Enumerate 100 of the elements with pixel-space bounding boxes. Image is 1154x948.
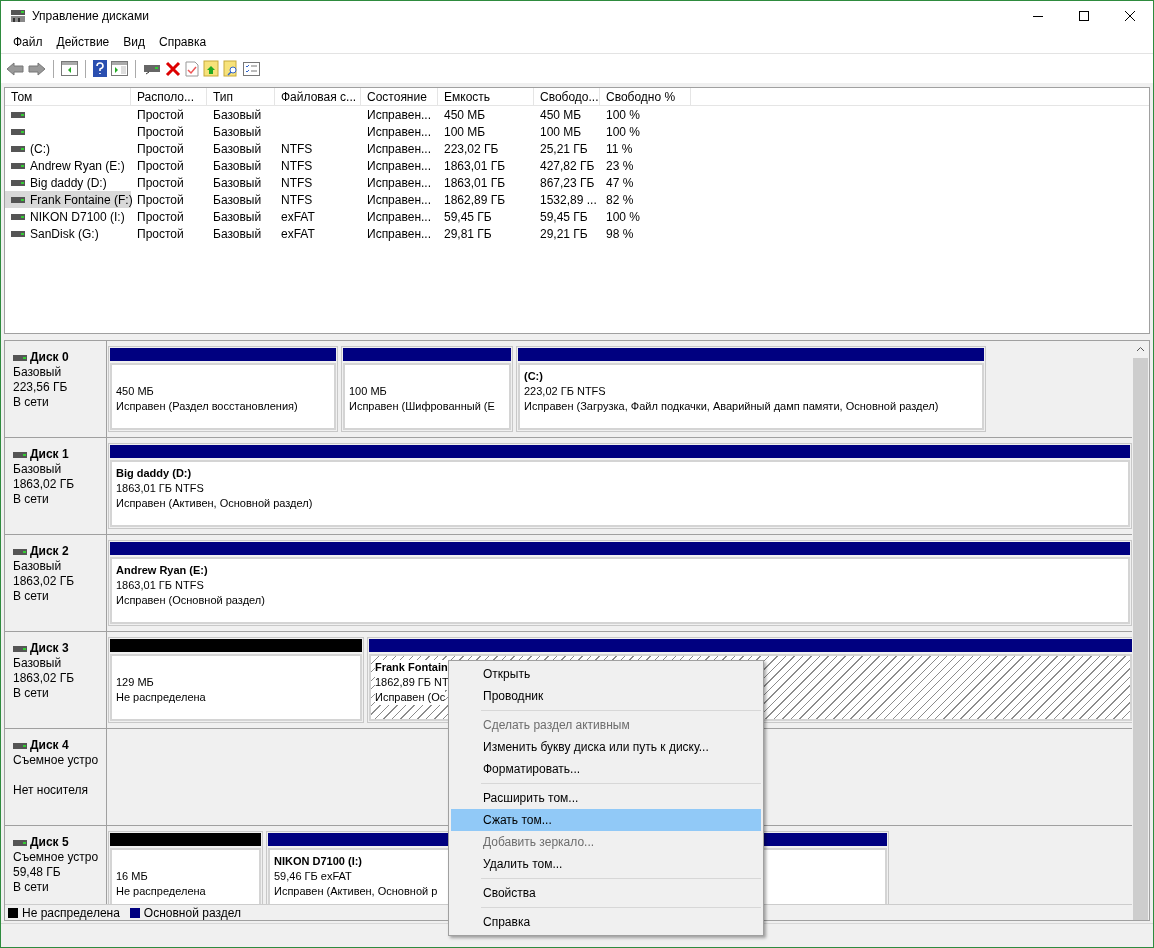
disk-status: В сети — [13, 589, 50, 604]
table-cell-text: 100 МБ — [540, 123, 582, 141]
table-cell-text: Базовый — [213, 123, 262, 141]
disk-type: Базовый — [13, 462, 63, 477]
volume-name: Andrew Ryan (E:) — [29, 157, 126, 175]
volume-name: (C:) — [29, 140, 51, 158]
partition-label: Andrew Ryan (E:) — [116, 563, 208, 578]
table-cell-text: Простой — [137, 140, 184, 158]
table-cell-text: 100 % — [606, 123, 641, 141]
disk-status: Нет носителя — [13, 783, 89, 798]
table-cell-text: Простой — [137, 157, 184, 175]
table-cell-text: Исправен... — [367, 140, 431, 158]
partition-info: 1863,01 ГБ NTFS — [116, 578, 204, 593]
partition-info: Исправен (Загрузка, Файл подкачки, Аварийный дамп памяти, Основной раздел) — [524, 399, 939, 414]
disk-type: Базовый — [13, 559, 63, 574]
partition-info: 223,02 ГБ NTFS — [524, 384, 606, 399]
table-cell-text: 867,23 ГБ — [540, 174, 595, 192]
table-cell-text: 29,81 ГБ — [444, 225, 492, 243]
table-cell-text: Базовый — [213, 106, 262, 124]
legend-label: Не распределена — [22, 904, 120, 920]
table-cell-text: 29,21 ГБ — [540, 225, 588, 243]
table-cell-text: Исправен... — [367, 123, 431, 141]
table-cell-text: 47 % — [606, 174, 634, 192]
disk-status: В сети — [13, 880, 50, 895]
table-cell-text: Простой — [137, 191, 184, 209]
partition-info: Не распределена — [116, 690, 206, 705]
table-cell-text: 25,21 ГБ — [540, 140, 588, 158]
partition-info: Исправен (Основной раздел) — [116, 593, 265, 608]
table-cell-text: 427,82 ГБ — [540, 157, 595, 175]
table-cell-text: 100 % — [606, 106, 641, 124]
table-cell-text: Базовый — [213, 225, 262, 243]
table-cell-text: 1863,01 ГБ — [444, 174, 506, 192]
volume-name: NIKON D7100 (I:) — [29, 208, 126, 226]
table-cell-text: Простой — [137, 208, 184, 226]
table-cell-text: 450 МБ — [444, 106, 486, 124]
partition-info: Не распределена — [116, 884, 206, 899]
partition-info: 1863,01 ГБ NTFS — [116, 481, 204, 496]
table-cell-text: exFAT — [281, 225, 315, 243]
partition-info: Исправен (Раздел восстановления) — [116, 399, 298, 414]
table-cell-text: Исправен... — [367, 106, 431, 124]
table-cell-text: Исправен... — [367, 191, 431, 209]
table-cell-text: 450 МБ — [540, 106, 582, 124]
table-cell-text: Исправен... — [367, 157, 431, 175]
disk-type: Базовый — [13, 656, 63, 671]
table-cell-text: 1532,89 ... — [540, 191, 597, 209]
table-cell-text: Базовый — [213, 157, 262, 175]
table-cell-text: 1862,89 ГБ — [444, 191, 506, 209]
disk-status: В сети — [13, 395, 50, 410]
table-cell-text: NTFS — [281, 174, 313, 192]
table-cell-text: 11 % — [606, 140, 633, 158]
table-cell-text: Базовый — [213, 208, 262, 226]
volume-name: Big daddy (D:) — [29, 174, 108, 192]
partition-label: Frank Fontain — [375, 660, 448, 675]
partition-info: Исправен (Активен, Основной раздел) — [116, 496, 313, 511]
table-cell-text: 98 % — [606, 225, 634, 243]
table-cell-text: Исправен... — [367, 174, 431, 192]
disk-type: Базовый — [13, 365, 63, 380]
disk-name: Диск 1 — [30, 447, 69, 462]
partition-info: 59,46 ГБ exFAT — [274, 869, 352, 884]
table-cell-text: Исправен... — [367, 225, 431, 243]
table-cell-text: Простой — [137, 174, 184, 192]
partition-info: Исправен (Шифрованный (E — [349, 399, 495, 414]
partition-label: NIKON D7100 (I:) — [274, 854, 363, 869]
table-cell-text: Простой — [137, 106, 184, 124]
disk-status: В сети — [13, 492, 50, 507]
table-cell-text: Базовый — [213, 191, 262, 209]
table-cell-text: 1863,01 ГБ — [444, 157, 506, 175]
disk-size: 59,48 ГБ — [13, 865, 62, 880]
table-cell-text: Простой — [137, 225, 184, 243]
disk-name: Диск 2 — [30, 544, 69, 559]
disk-size: 1863,02 ГБ — [13, 574, 76, 589]
table-cell-text: NTFS — [281, 191, 313, 209]
partition-info: Исправен (Активен, Основной р — [274, 884, 438, 899]
volume-name: SanDisk (G:) — [29, 225, 100, 243]
table-cell-text: Базовый — [213, 140, 262, 158]
partition-label: (C:) — [524, 369, 543, 384]
table-cell-text: NTFS — [281, 140, 313, 158]
disk-size: 1863,02 ГБ — [13, 671, 76, 686]
disk-type: Съемное устро — [13, 753, 100, 768]
partition-info: 1862,89 ГБ NT — [375, 675, 449, 690]
table-cell-text: 100 % — [606, 208, 641, 226]
disk-type: Съемное устро — [13, 850, 100, 865]
table-cell-text: 59,45 ГБ — [444, 208, 492, 226]
partition-label: Big daddy (D:) — [116, 466, 192, 481]
window-title: Управление дисками — [32, 8, 149, 25]
table-cell-text: 59,45 ГБ — [540, 208, 588, 226]
table-cell-text: 100 МБ — [444, 123, 486, 141]
disk-status: В сети — [13, 686, 50, 701]
table-cell-text: exFAT — [281, 208, 315, 226]
disk-name: Диск 5 — [30, 835, 69, 850]
table-cell-text: 23 % — [606, 157, 634, 175]
disk-name: Диск 0 — [30, 350, 69, 365]
disk-size: 223,56 ГБ — [13, 380, 69, 395]
table-cell-text: Базовый — [213, 174, 262, 192]
table-cell-text: 82 % — [606, 191, 634, 209]
table-cell-text: Исправен... — [367, 208, 431, 226]
partition-info: Исправен (Ос — [375, 690, 446, 705]
volume-name: Frank Fontaine (F:) — [29, 191, 134, 209]
disk-name: Диск 4 — [30, 738, 69, 753]
legend-label: Основной раздел — [143, 904, 241, 920]
